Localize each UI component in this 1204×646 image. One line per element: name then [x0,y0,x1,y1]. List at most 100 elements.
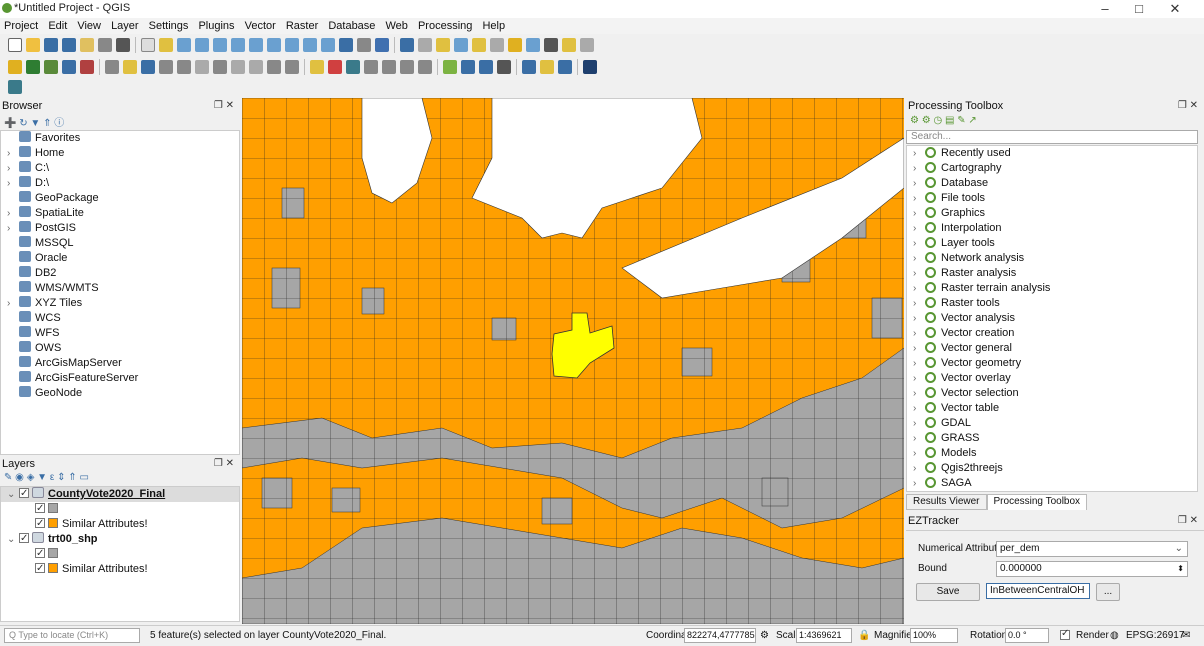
copy-icon[interactable] [231,60,245,74]
deselect-icon[interactable] [472,38,486,52]
crs-label[interactable]: EPSG:26917 [1126,630,1184,641]
add-vector-icon[interactable] [26,60,40,74]
zoom-rubberband-icon[interactable] [213,38,227,52]
layer-visibility-checkbox[interactable] [19,486,29,501]
toolbox-item[interactable]: › Vector analysis [907,311,1197,326]
label-show-hide-icon[interactable] [418,60,432,74]
close-button[interactable]: ✕ [1160,1,1190,17]
layout-icon[interactable] [80,38,94,52]
zoom-selection-icon[interactable] [249,38,263,52]
expand-arrow-icon[interactable]: › [913,476,925,491]
collapse-layers-icon[interactable]: ⇑ [68,472,76,483]
toolbox-item[interactable]: › SAGA [907,476,1197,491]
expand-arrow-icon[interactable]: › [7,221,19,236]
label-icon[interactable] [310,60,324,74]
open-project-icon[interactable] [26,38,40,52]
toolbox-item[interactable]: › GDAL [907,416,1197,431]
pan-to-selection-icon[interactable] [159,38,173,52]
save-project-icon[interactable] [44,38,58,52]
menu-vector[interactable]: Vector [241,18,279,32]
expand-arrow-icon[interactable]: › [7,161,19,176]
label-move-icon[interactable] [364,60,378,74]
browser-item[interactable]: › C:\ [1,161,239,176]
edit-pencil-icon[interactable] [123,60,137,74]
menu-view[interactable]: View [73,18,104,32]
menu-web[interactable]: Web [381,18,410,32]
menu-settings[interactable]: Settings [145,18,192,32]
label-change-icon[interactable] [400,60,414,74]
expand-arrow-icon[interactable]: › [913,161,925,176]
expand-arrow-icon[interactable]: › [913,266,925,281]
coordinate-field[interactable]: 822274,4777785 [684,628,756,643]
filter-expression-icon[interactable]: ε [50,472,54,483]
expand-arrow-icon[interactable]: › [913,371,925,386]
browser-item[interactable]: › D:\ [1,176,239,191]
select-by-value-icon[interactable] [454,38,468,52]
browser-item[interactable]: WCS [1,311,239,326]
browse-button[interactable]: ... [1096,583,1120,601]
label-pin-icon[interactable] [328,60,342,74]
output-name-input[interactable]: InBetweenCentralOH [986,583,1090,599]
expand-arrow-icon[interactable]: › [913,386,925,401]
browser-item[interactable]: MSSQL [1,236,239,251]
toolbox-item[interactable]: › Graphics [907,206,1197,221]
vertex-tool-icon[interactable] [177,60,191,74]
add-raster-icon[interactable] [44,60,58,74]
toolbox-item[interactable]: › Vector general [907,341,1197,356]
rotation-field[interactable]: 0.0 ° [1005,628,1049,643]
layout-manager-icon[interactable] [98,38,112,52]
menu-project[interactable]: Project [0,18,41,32]
render-checkbox[interactable] [1060,628,1072,642]
expand-arrow-icon[interactable]: › [913,416,925,431]
toolbox-item[interactable]: › Raster terrain analysis [907,281,1197,296]
triangle-tool-icon[interactable] [443,60,457,74]
browser-item[interactable]: › PostGIS [1,221,239,236]
browser-item[interactable]: ArcGisMapServer [1,356,239,371]
undo-icon[interactable] [267,60,281,74]
browser-item[interactable]: Favorites [1,131,239,146]
select-features-icon[interactable] [436,38,450,52]
layer-visibility-checkbox[interactable] [19,531,29,546]
browser-item[interactable]: GeoPackage [1,191,239,206]
expand-arrow-icon[interactable]: ⌄ [7,532,19,547]
refresh-icon[interactable] [375,38,389,52]
expand-arrow-icon[interactable]: › [913,461,925,476]
legend-checkbox[interactable] [35,546,45,561]
menu-plugins[interactable]: Plugins [194,18,237,32]
save-button[interactable]: Save [916,583,980,601]
browser-item[interactable]: › XYZ Tiles [1,296,239,311]
data-source-manager-icon[interactable] [8,60,22,74]
new-map-view-icon[interactable] [339,38,353,52]
menu-database[interactable]: Database [324,18,378,32]
save-as-icon[interactable] [62,38,76,52]
add-spatialite-icon[interactable] [80,60,94,74]
browser-item[interactable]: ArcGisFeatureServer [1,371,239,386]
remove-layer-icon[interactable]: ▭ [79,472,88,483]
expand-arrow-icon[interactable]: › [913,341,925,356]
menu-processing[interactable]: Processing [414,18,475,32]
browser-item[interactable]: Oracle [1,251,239,266]
browser-item[interactable]: OWS [1,341,239,356]
expand-arrow-icon[interactable]: › [7,206,19,221]
toolbox-item[interactable]: › Layer tools [907,236,1197,251]
menu-layer[interactable]: Layer [107,18,142,32]
messages-icon[interactable]: ✉ [1182,630,1190,641]
python-icon[interactable] [522,60,536,74]
filter-browser-icon[interactable]: ▼ [30,118,40,129]
toggle-extents-icon[interactable]: ⚙ [760,630,769,641]
legend-row-nodata[interactable] [1,546,239,562]
expand-arrow-icon[interactable]: › [913,401,925,416]
expand-arrow-icon[interactable]: › [913,206,925,221]
bookmark-icon[interactable] [357,38,371,52]
browser-dock-close-icon[interactable]: ❐ ✕ [214,100,234,111]
legend-row-nodata[interactable] [1,501,239,517]
legend-row-similar[interactable]: Similar Attributes! [1,561,239,577]
expand-arrow-icon[interactable]: › [7,296,19,311]
redo-icon[interactable] [285,60,299,74]
zoom-in-icon[interactable] [177,38,191,52]
label-rotate-icon[interactable] [382,60,396,74]
results-icon[interactable]: ▤ [945,115,954,126]
menu-raster[interactable]: Raster [282,18,321,32]
toolbox-item[interactable]: › Vector geometry [907,356,1197,371]
text-annotation-icon[interactable] [580,38,594,52]
